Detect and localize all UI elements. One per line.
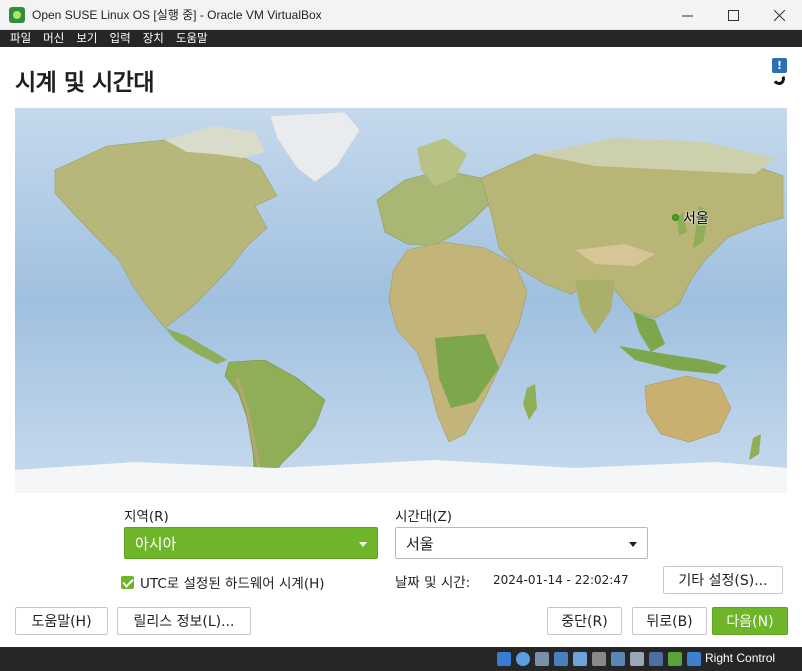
timezone-label: 시간대(Z)	[395, 509, 453, 525]
window-title: Open SUSE Linux OS [실행 중] - Oracle VM Vi…	[32, 8, 322, 22]
menu-view[interactable]: 보기	[70, 30, 103, 47]
menu-help[interactable]: 도움말	[170, 30, 214, 47]
chevron-down-icon	[359, 542, 367, 547]
datetime-label: 날짜 및 시간:	[395, 575, 471, 591]
menu-file[interactable]: 파일	[0, 30, 37, 47]
help-icon-tail	[771, 71, 787, 87]
region-value: 아시아	[135, 534, 177, 553]
help-button[interactable]: 도움말(H)	[15, 607, 108, 635]
timezone-select[interactable]: 서울	[395, 527, 648, 559]
mouse-integration-icon[interactable]	[668, 652, 682, 666]
check-icon[interactable]	[121, 575, 134, 589]
recording-icon[interactable]	[630, 652, 644, 666]
display-icon[interactable]	[611, 652, 625, 666]
vbox-statusbar: Right Control	[0, 647, 802, 671]
menu-machine[interactable]: 머신	[37, 30, 70, 47]
minimize-icon	[681, 15, 693, 16]
region-select[interactable]: 아시아	[124, 527, 378, 559]
back-button[interactable]: 뒤로(B)	[632, 607, 707, 635]
usb-icon[interactable]	[573, 652, 587, 666]
selected-city-label: 서울	[683, 211, 709, 227]
world-map-graphic	[15, 108, 787, 493]
maximize-icon	[727, 9, 739, 21]
host-key-label: Right Control	[705, 651, 776, 665]
help-icon[interactable]: !	[770, 58, 788, 87]
vbox-menubar: 파일 머신 보기 입력 장치 도움말	[0, 30, 802, 47]
release-notes-button[interactable]: 릴리스 정보(L)...	[117, 607, 251, 635]
chevron-down-icon	[629, 542, 637, 547]
region-label: 지역(R)	[124, 509, 169, 525]
page-title: 시계 및 시간대	[15, 70, 154, 96]
antarctica	[15, 460, 787, 493]
next-button[interactable]: 다음(N)	[712, 607, 788, 635]
minimize-button[interactable]	[664, 0, 710, 30]
world-map[interactable]: 서울	[15, 108, 787, 493]
abort-button[interactable]: 중단(R)	[547, 607, 622, 635]
cpu-icon[interactable]	[649, 652, 663, 666]
datetime-value: 2024-01-14 - 22:02:47	[493, 573, 629, 587]
close-icon	[773, 9, 785, 21]
city-marker-icon[interactable]	[672, 214, 679, 221]
maximize-button[interactable]	[710, 0, 756, 30]
menu-input[interactable]: 입력	[104, 30, 137, 47]
optical-drive-icon[interactable]	[516, 652, 530, 666]
statusbar-icons	[497, 652, 706, 666]
utc-checkbox-row[interactable]: UTC로 설정된 하드웨어 시계(H)	[121, 572, 325, 592]
timezone-value: 서울	[406, 534, 434, 553]
menu-devices[interactable]: 장치	[137, 30, 170, 47]
window-controls	[664, 0, 802, 30]
other-settings-button[interactable]: 기타 설정(S)...	[663, 566, 783, 594]
help-icon-badge: !	[772, 58, 787, 73]
window-titlebar: Open SUSE Linux OS [실행 중] - Oracle VM Vi…	[0, 0, 802, 30]
network-icon[interactable]	[554, 652, 568, 666]
keyboard-icon[interactable]	[687, 652, 701, 666]
virtualbox-icon	[9, 6, 25, 23]
hard-disk-icon[interactable]	[497, 652, 511, 666]
utc-checkbox-label: UTC로 설정된 하드웨어 시계(H)	[140, 576, 325, 592]
close-button[interactable]	[756, 0, 802, 30]
audio-icon[interactable]	[535, 652, 549, 666]
shared-folders-icon[interactable]	[592, 652, 606, 666]
